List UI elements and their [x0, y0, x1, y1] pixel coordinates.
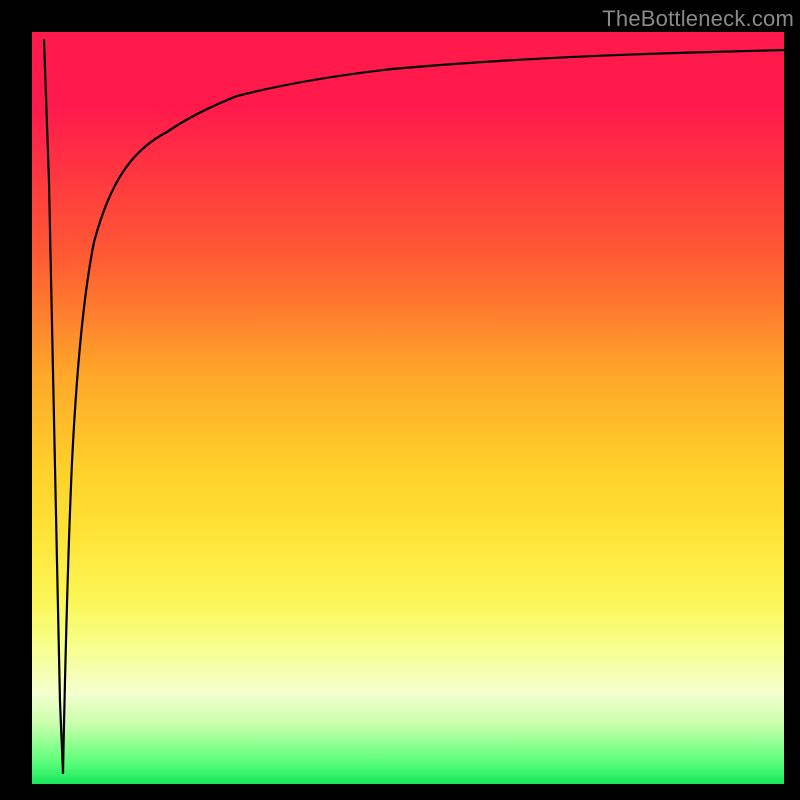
descent-line [44, 40, 63, 773]
plot-area [32, 32, 784, 784]
chart-container: TheBottleneck.com [0, 0, 800, 800]
bottleneck-curve [63, 50, 784, 773]
curve-layer [32, 32, 784, 784]
watermark-text: TheBottleneck.com [602, 6, 794, 32]
